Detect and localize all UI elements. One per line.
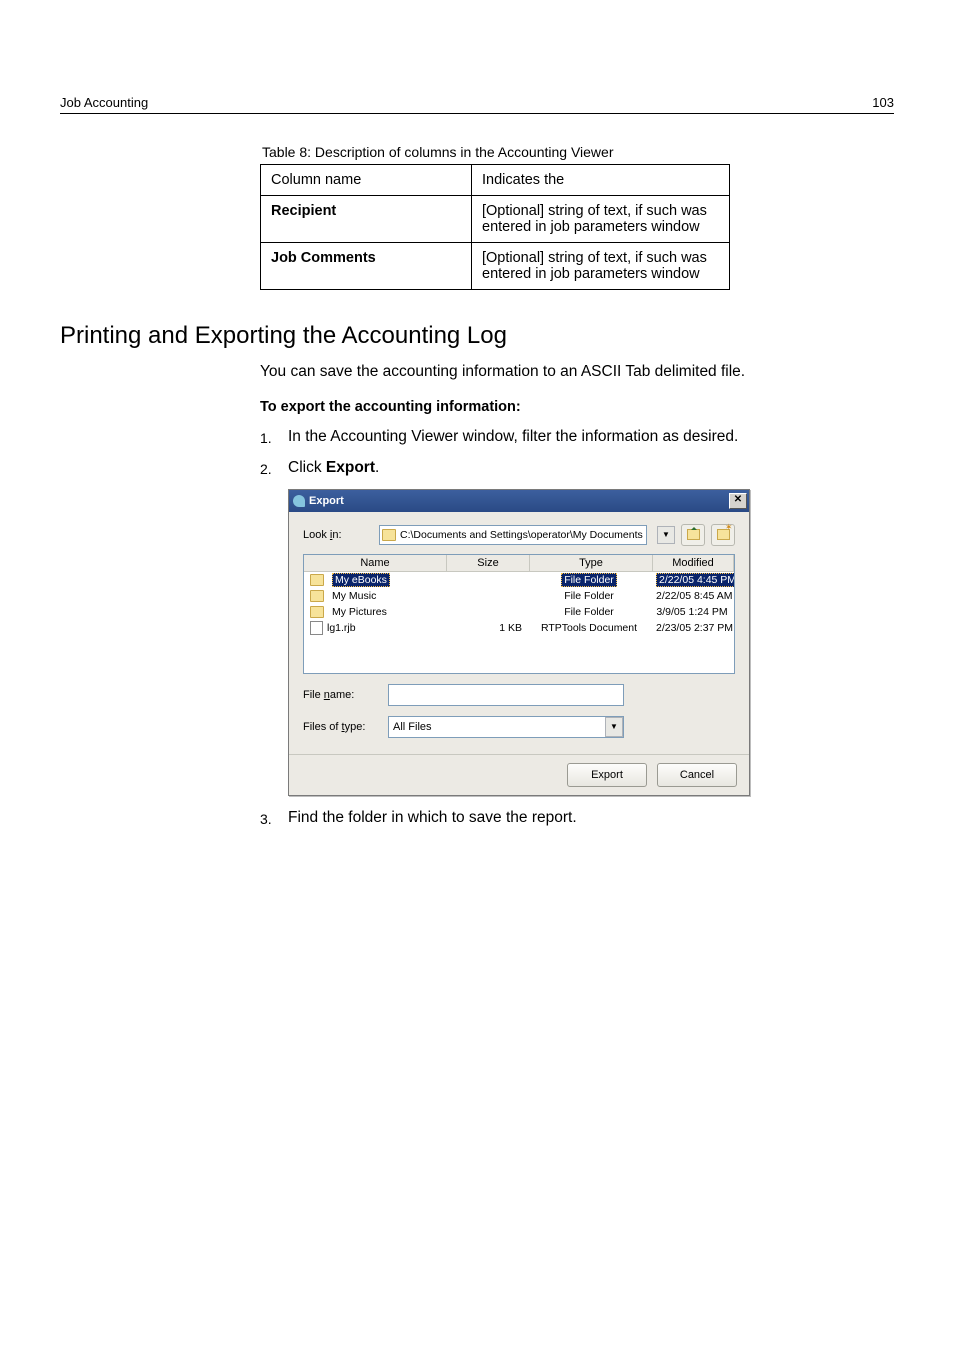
columns-description-table: Column name Indicates the Recipient [Opt… (260, 164, 730, 290)
lookin-label: Look in: (303, 529, 373, 541)
file-list-header[interactable]: Name Size Type Modified (304, 555, 734, 572)
up-one-level-button[interactable] (681, 524, 705, 546)
list-item[interactable]: My eBooks File Folder 2/22/05 4:45 PM (304, 572, 734, 588)
procedure-steps-cont: 3. Find the folder in which to save the … (260, 808, 954, 829)
step-text: Find the folder in which to save the rep… (288, 808, 954, 829)
step-text: In the Accounting Viewer window, filter … (288, 427, 954, 448)
table-row: Recipient [Optional] string of text, if … (261, 196, 730, 243)
filetype-label: Files of type: (303, 721, 388, 733)
export-button[interactable]: Export (567, 763, 647, 787)
filename-label: File name: (303, 689, 388, 701)
step-text: Click Export. (288, 458, 954, 479)
section-heading: Printing and Exporting the Accounting Lo… (60, 322, 954, 350)
cancel-button[interactable]: Cancel (657, 763, 737, 787)
step-number: 1. (260, 427, 288, 448)
file-icon (310, 621, 323, 635)
lookin-path-combo[interactable]: C:\Documents and Settings\operator\My Do… (379, 525, 647, 545)
table-head-col2: Indicates the (472, 165, 730, 196)
new-folder-button[interactable] (711, 524, 735, 546)
step-number: 3. (260, 808, 288, 829)
step-number: 2. (260, 458, 288, 479)
column-desc: [Optional] string of text, if such was e… (472, 243, 730, 290)
col-header-name[interactable]: Name (304, 555, 447, 571)
list-item[interactable]: lg1.rjb 1 KB RTPTools Document 2/23/05 2… (304, 620, 734, 636)
app-icon (293, 495, 305, 507)
col-header-size[interactable]: Size (447, 555, 530, 571)
dialog-title: Export (309, 495, 344, 507)
col-header-modified[interactable]: Modified (653, 555, 734, 571)
column-name: Recipient (261, 196, 472, 243)
filetype-value: All Files (393, 721, 432, 733)
procedure-steps: 1. In the Accounting Viewer window, filt… (260, 427, 954, 479)
export-dialog: Export ✕ Look in: C:\Documents and Setti… (288, 489, 750, 796)
close-button[interactable]: ✕ (729, 493, 747, 509)
column-name: Job Comments (261, 243, 472, 290)
list-item[interactable]: My Pictures File Folder 3/9/05 1:24 PM (304, 604, 734, 620)
folder-icon (382, 529, 396, 541)
header-page-number: 103 (872, 95, 894, 110)
column-desc: [Optional] string of text, if such was e… (472, 196, 730, 243)
folder-icon (310, 606, 324, 618)
folder-icon (310, 574, 324, 586)
table-head-col1: Column name (261, 165, 472, 196)
procedure-lead: To export the accounting information: (260, 399, 954, 415)
chevron-down-icon: ▼ (605, 717, 623, 737)
folder-icon (310, 590, 324, 602)
intro-paragraph: You can save the accounting information … (260, 362, 954, 383)
filename-input[interactable] (388, 684, 624, 706)
list-item[interactable]: My Music File Folder 2/22/05 8:45 AM (304, 588, 734, 604)
header-section: Job Accounting (60, 95, 148, 110)
filetype-select[interactable]: All Files ▼ (388, 716, 624, 738)
table-row: Job Comments [Optional] string of text, … (261, 243, 730, 290)
col-header-type[interactable]: Type (530, 555, 653, 571)
up-folder-icon (687, 529, 700, 540)
running-header: Job Accounting 103 (60, 0, 894, 114)
dialog-titlebar[interactable]: Export ✕ (289, 490, 749, 512)
table-caption: Table 8: Description of columns in the A… (262, 144, 954, 160)
new-folder-icon (717, 529, 730, 540)
lookin-dropdown-button[interactable]: ▼ (657, 526, 675, 544)
file-list[interactable]: Name Size Type Modified My eBooks File F… (303, 554, 735, 674)
lookin-path: C:\Documents and Settings\operator\My Do… (400, 529, 643, 541)
